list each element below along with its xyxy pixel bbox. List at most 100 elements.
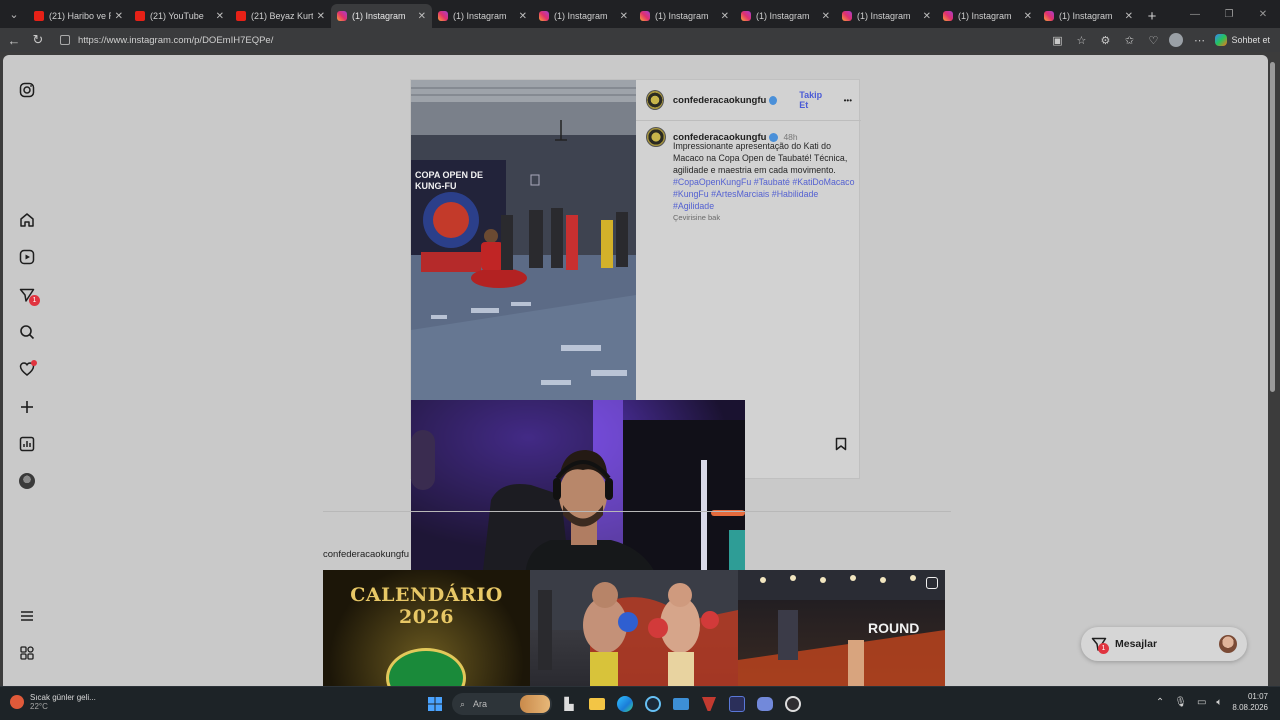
browser-tab[interactable]: (1) Instagram ✕ <box>836 4 937 28</box>
see-translation-link[interactable]: Çevirisine bak <box>673 213 856 222</box>
caption-avatar[interactable] <box>646 127 666 147</box>
file-explorer-icon[interactable] <box>586 693 608 715</box>
more-posts-from-label[interactable]: confederacaokungfu <box>323 549 409 560</box>
maximize-button[interactable]: ❐ <box>1212 0 1246 28</box>
more-post-thumb-2[interactable] <box>530 570 738 686</box>
messages-contact-avatar <box>1219 635 1237 653</box>
close-window-button[interactable]: ✕ <box>1246 0 1280 28</box>
hashtag-link[interactable]: #KungFu <box>673 189 709 199</box>
valorant-icon[interactable] <box>698 693 720 715</box>
new-tab-button[interactable]: + <box>1139 4 1165 28</box>
close-tab-icon[interactable]: ✕ <box>1024 11 1032 22</box>
notifications-dot <box>31 360 37 366</box>
video-indicator-icon <box>926 577 938 589</box>
split-screen-icon[interactable]: ▣ <box>1049 32 1065 48</box>
app-icon-blue[interactable] <box>670 693 692 715</box>
close-tab-icon[interactable]: ✕ <box>721 11 729 22</box>
messages-send-icon: 1 <box>1091 636 1109 654</box>
minimize-button[interactable]: — <box>1178 0 1212 28</box>
menu-icon[interactable] <box>18 607 36 625</box>
browser-tab[interactable]: (1) Instagram ✕ <box>432 4 533 28</box>
close-tab-icon[interactable]: ✕ <box>822 11 830 22</box>
refresh-icon: ↻ <box>32 32 44 47</box>
post-photo[interactable]: COPA OPEN DE KUNG-FU <box>411 80 636 400</box>
obs-icon[interactable] <box>782 693 804 715</box>
youtube-favicon-icon <box>135 11 145 21</box>
browser-tab[interactable]: (1) Instagram ✕ <box>735 4 836 28</box>
site-info-icon[interactable] <box>60 35 70 45</box>
close-tab-icon[interactable]: ✕ <box>115 11 123 22</box>
visual-studio-icon[interactable] <box>726 693 748 715</box>
browser-tab[interactable]: (21) Haribo ve Re ✕ <box>28 4 129 28</box>
page-scrollbar[interactable] <box>1270 62 1275 392</box>
reels-icon[interactable] <box>18 248 36 266</box>
back-button[interactable]: ← <box>2 28 26 52</box>
hashtag-link[interactable]: #Taubaté <box>754 177 790 187</box>
hashtag-link[interactable]: #ArtesMarciais <box>711 189 769 199</box>
tray-chevron-icon[interactable]: ⌃ <box>1156 697 1164 708</box>
hashtag-link[interactable]: #Habilidade <box>772 189 818 199</box>
browser-tab[interactable]: (1) Instagram ✕ <box>533 4 634 28</box>
save-button[interactable] <box>834 437 848 451</box>
start-button[interactable] <box>424 693 446 715</box>
author-avatar[interactable] <box>646 90 664 110</box>
browser-tab[interactable]: (21) Beyaz Kurt - ✕ <box>230 4 331 28</box>
arrow-left-icon: ← <box>7 32 21 48</box>
browser-tab[interactable]: (1) Instagram ✕ <box>1038 4 1139 28</box>
profile-avatar-browser[interactable] <box>1169 33 1184 47</box>
caption-body: Impressionante apresentação do Kati do M… <box>673 141 848 175</box>
close-tab-icon[interactable]: ✕ <box>317 11 325 22</box>
close-tab-icon[interactable]: ✕ <box>216 11 224 22</box>
taskbar-apps: ⌕ Ara ▙ <box>424 692 804 716</box>
hashtag-link[interactable]: #KatiDoMacaco <box>792 177 854 187</box>
tab-actions-menu[interactable]: ⌄ <box>0 0 28 28</box>
plus-icon: + <box>1147 7 1157 25</box>
instagram-logo-icon[interactable] <box>18 81 36 99</box>
close-tab-icon[interactable]: ✕ <box>620 11 628 22</box>
close-tab-icon[interactable]: ✕ <box>519 11 527 22</box>
microphone-icon[interactable]: 🎙︎ <box>1174 697 1187 708</box>
url-field[interactable]: https://www.instagram.com/p/DOEmIH7EQPe/ <box>52 31 1032 49</box>
create-icon[interactable] <box>18 398 36 416</box>
copilot-button[interactable]: Sohbet et <box>1215 34 1270 46</box>
taskbar-search-placeholder: Ara <box>473 699 488 709</box>
profile-avatar[interactable] <box>18 472 36 490</box>
clock[interactable]: 01:07 8.08.2026 <box>1232 691 1268 713</box>
close-tab-icon[interactable]: ✕ <box>923 11 931 22</box>
browser-tab[interactable]: (1) Instagram ✕ <box>331 4 432 28</box>
browser-essentials-icon[interactable]: ♡ <box>1145 32 1161 48</box>
weather-widget[interactable]: Sıcak günler geli... 22°C <box>10 693 96 711</box>
browser-tab[interactable]: (1) Instagram ✕ <box>937 4 1038 28</box>
steam-icon[interactable] <box>642 693 664 715</box>
browser-tab[interactable]: (21) YouTube ✕ <box>129 4 230 28</box>
hashtag-link[interactable]: #Agilidade <box>673 201 714 211</box>
search-icon[interactable] <box>18 323 36 341</box>
author-username[interactable]: confederacaokungfu <box>673 95 766 106</box>
network-icon[interactable]: ▭ <box>1197 697 1206 708</box>
favorites-icon[interactable]: ✩ <box>1121 32 1137 48</box>
close-tab-icon[interactable]: ✕ <box>1125 11 1133 22</box>
refresh-button[interactable]: ↻ <box>26 28 50 52</box>
taskbar-search[interactable]: ⌕ Ara <box>452 693 552 715</box>
extensions-icon[interactable]: ⚙ <box>1097 32 1113 48</box>
close-tab-icon[interactable]: ✕ <box>418 11 426 22</box>
hashtag-link[interactable]: #CopaOpenKungFu <box>673 177 751 187</box>
tab-title: (21) Beyaz Kurt - <box>251 11 313 21</box>
more-post-thumb-1[interactable]: CALENDÁRIO 2026 <box>323 570 530 686</box>
browser-tab[interactable]: (1) Instagram ✕ <box>634 4 735 28</box>
post-options-button[interactable]: ••• <box>844 96 852 105</box>
dashboard-icon[interactable] <box>18 435 36 453</box>
address-bar-row: ← ↻ https://www.instagram.com/p/DOEmIH7E… <box>0 28 1280 52</box>
thumb-1-title: CALENDÁRIO 2026 <box>350 584 503 628</box>
favorite-star-icon[interactable]: ☆ <box>1073 32 1089 48</box>
follow-button[interactable]: Takip Et <box>799 90 829 110</box>
more-post-thumb-3[interactable]: ROUND <box>738 570 945 686</box>
home-icon[interactable] <box>18 211 36 229</box>
discord-icon[interactable] <box>754 693 776 715</box>
also-from-meta-icon[interactable] <box>18 644 36 662</box>
edge-browser-icon[interactable] <box>614 693 636 715</box>
messages-pill[interactable]: 1 Mesajlar <box>1081 627 1247 661</box>
more-options-icon[interactable]: ⋯ <box>1191 32 1207 48</box>
volume-icon[interactable]: 🔈︎ <box>1216 697 1222 708</box>
task-view-icon[interactable]: ▙ <box>558 693 580 715</box>
